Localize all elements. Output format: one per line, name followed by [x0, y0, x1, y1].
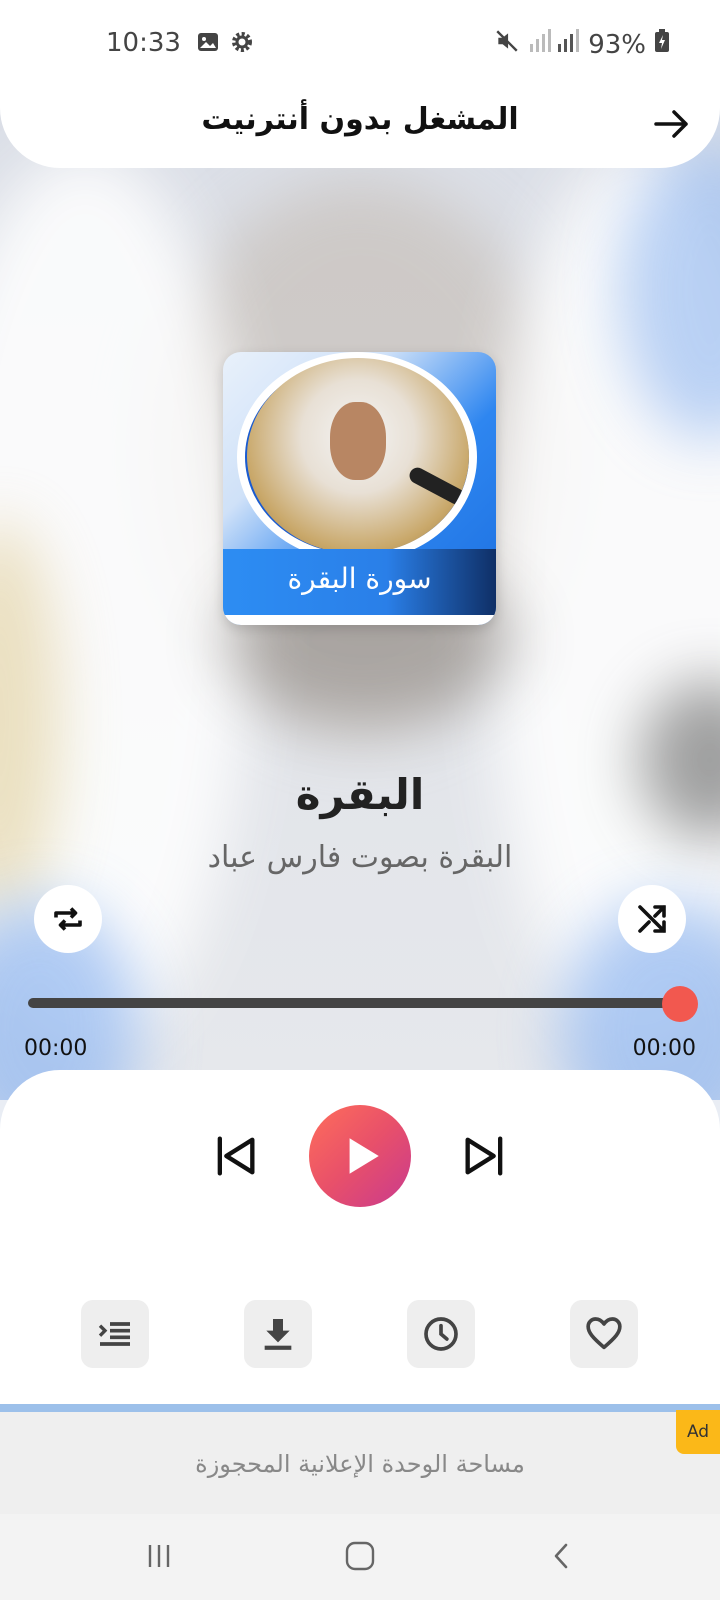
shuffle-icon [638, 905, 666, 933]
favorite-button[interactable] [570, 1300, 638, 1368]
play-icon [349, 1138, 379, 1174]
track-title: البقرة [295, 770, 425, 819]
status-bar: 10:33 93% [0, 0, 720, 88]
battery-percent: 93% [588, 29, 646, 60]
settings-icon [230, 30, 254, 61]
previous-button[interactable] [207, 1128, 263, 1184]
repeat-button[interactable] [34, 885, 102, 953]
back-button[interactable] [648, 100, 696, 148]
queue-button[interactable] [81, 1300, 149, 1368]
nav-back-button[interactable] [537, 1534, 587, 1578]
image-icon [196, 30, 220, 61]
page-title: المشغل بدون أنترنيت [201, 102, 519, 137]
status-time: 10:33 [106, 28, 181, 58]
reciter-photo [247, 358, 469, 554]
arrow-right-icon [654, 110, 688, 138]
system-nav-bar [0, 1514, 720, 1600]
skip-previous-icon [217, 1136, 255, 1176]
signal-icon [528, 28, 580, 61]
track-subtitle: البقرة بصوت فارس عباد [207, 840, 513, 875]
download-icon [264, 1319, 292, 1350]
play-button[interactable] [309, 1105, 411, 1207]
header: المشغل بدون أنترنيت [0, 82, 720, 168]
time-total: 00:00 [632, 1036, 696, 1061]
time-elapsed: 00:00 [24, 1036, 88, 1061]
ad-badge: Ad [676, 1410, 720, 1454]
next-button[interactable] [457, 1128, 513, 1184]
microphone-icon [406, 464, 468, 508]
ad-divider [0, 1404, 720, 1412]
back-icon [554, 1543, 568, 1569]
heart-icon [586, 1317, 622, 1350]
clock-icon [424, 1317, 458, 1351]
recents-icon [148, 1545, 170, 1567]
home-icon [345, 1541, 375, 1571]
album-caption: سورة البقرة [223, 549, 496, 615]
battery-icon [654, 29, 670, 60]
progress-track[interactable] [28, 998, 688, 1008]
shuffle-button[interactable] [618, 885, 686, 953]
home-button[interactable] [335, 1534, 385, 1578]
download-button[interactable] [244, 1300, 312, 1368]
sleep-timer-button[interactable] [407, 1300, 475, 1368]
recents-button[interactable] [134, 1534, 184, 1578]
queue-list-icon [98, 1322, 130, 1346]
repeat-icon [54, 907, 82, 931]
progress-thumb[interactable] [662, 986, 698, 1022]
album-art: سورة البقرة [223, 352, 496, 625]
skip-next-icon [465, 1136, 503, 1176]
ad-placeholder-text: مساحة الوحدة الإعلانية المحجوزة [195, 1450, 525, 1478]
mute-icon [494, 28, 520, 61]
